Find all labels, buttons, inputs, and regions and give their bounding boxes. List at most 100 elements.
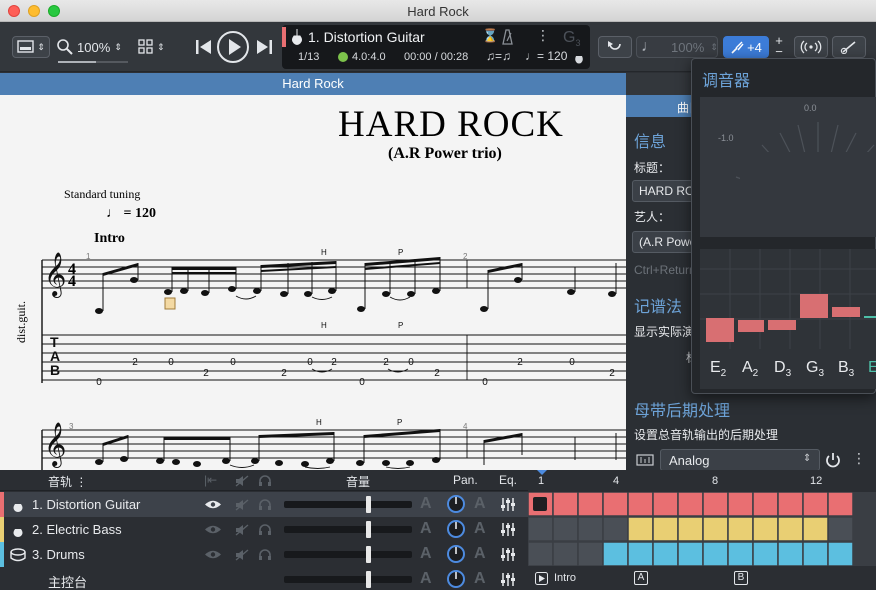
skip-forward-icon[interactable] bbox=[254, 38, 274, 56]
triplet-feel-icon[interactable]: ♫=♫ bbox=[486, 49, 511, 63]
track-name[interactable]: 1. Distortion Guitar bbox=[32, 497, 140, 512]
eq-sliders-icon[interactable] bbox=[500, 572, 516, 587]
chevron-updown-icon: ⇕ bbox=[803, 453, 812, 464]
drum-icon bbox=[10, 548, 26, 562]
score-view[interactable]: HARD ROCK (A.R Power trio) Standard tuni… bbox=[0, 95, 626, 470]
mute-icon[interactable] bbox=[235, 549, 249, 561]
tuner-gauge bbox=[735, 122, 876, 237]
chevron-updown-icon: ⇕ bbox=[114, 41, 122, 52]
more-options-icon[interactable]: ⋮ bbox=[852, 450, 866, 467]
auto-volume-icon[interactable]: A bbox=[420, 545, 432, 563]
track-color-strip bbox=[0, 517, 4, 542]
svg-text:2: 2 bbox=[609, 368, 615, 379]
volume-slider[interactable] bbox=[284, 571, 412, 588]
layout-button[interactable]: ⇕ bbox=[12, 36, 50, 58]
transpose-stepper[interactable]: + − bbox=[772, 34, 786, 59]
pull-off-mark: P bbox=[398, 248, 404, 257]
guitar-icon bbox=[840, 41, 856, 54]
string-label: E2 bbox=[710, 359, 727, 380]
view-mode-button[interactable]: ⇕ bbox=[138, 36, 170, 58]
svg-text:2: 2 bbox=[434, 368, 440, 379]
play-marker-icon[interactable] bbox=[535, 572, 548, 585]
mute-icon[interactable] bbox=[235, 499, 249, 511]
pan-knob[interactable] bbox=[446, 544, 466, 564]
headphones-icon[interactable] bbox=[258, 548, 272, 561]
speed-control[interactable]: ♩ 100% ⇕ bbox=[636, 36, 718, 58]
mute-icon[interactable] bbox=[235, 524, 249, 536]
title-label: 标题： bbox=[634, 161, 671, 175]
eq-sliders-icon[interactable] bbox=[500, 497, 516, 512]
headphones-icon[interactable] bbox=[258, 474, 272, 487]
track-row-master[interactable]: 主控台 A A bbox=[0, 567, 528, 590]
notation-option[interactable]: 显示实际演奏音高 bbox=[634, 323, 696, 340]
zoom-slider[interactable] bbox=[58, 61, 128, 63]
ruler-label: 1 bbox=[538, 475, 545, 487]
eye-icon[interactable] bbox=[204, 499, 222, 510]
info-heading: 信息 bbox=[634, 134, 667, 151]
svg-text:2: 2 bbox=[132, 357, 138, 368]
marker-lane[interactable]: Intro A B bbox=[528, 567, 876, 590]
window-title: Hard Rock bbox=[407, 4, 469, 19]
pull-off-mark: P bbox=[398, 321, 404, 330]
tuner-button[interactable] bbox=[794, 36, 828, 58]
power-icon[interactable] bbox=[824, 451, 842, 469]
auto-pan-icon[interactable]: A bbox=[474, 570, 486, 588]
play-icon[interactable] bbox=[216, 30, 250, 64]
preset-value: Analog bbox=[669, 453, 710, 468]
hammer-on-mark: H bbox=[316, 418, 322, 427]
pan-knob[interactable] bbox=[446, 494, 466, 514]
eye-icon[interactable] bbox=[204, 524, 222, 535]
headphones-icon[interactable] bbox=[258, 523, 272, 536]
track-name[interactable]: 2. Electric Bass bbox=[32, 522, 122, 537]
preset-select[interactable]: Analog ⇕ bbox=[660, 449, 820, 471]
shortcut-hint: Ctrl+Return bbox=[634, 263, 696, 277]
volume-slider[interactable] bbox=[284, 496, 412, 513]
eye-icon[interactable] bbox=[204, 549, 222, 560]
auto-pan-icon[interactable]: A bbox=[474, 495, 486, 513]
volume-header: 音量 bbox=[346, 475, 371, 489]
key-hint: G3 bbox=[563, 29, 581, 49]
tuner-popover: 调音器 0.0 -1.0 E2 A2 D3 G3 B3 E bbox=[691, 58, 876, 394]
guitar-settings-button[interactable] bbox=[832, 36, 866, 58]
mute-icon[interactable] bbox=[235, 475, 249, 487]
pan-knob[interactable] bbox=[446, 569, 466, 589]
pan-knob[interactable] bbox=[446, 519, 466, 539]
current-track-name[interactable]: 1. Distortion Guitar bbox=[308, 29, 425, 45]
auto-volume-icon[interactable]: A bbox=[420, 570, 432, 588]
tuner-title: 调音器 bbox=[702, 73, 751, 90]
auto-pan-icon[interactable]: A bbox=[474, 545, 486, 563]
marker-b[interactable]: B bbox=[734, 571, 748, 585]
cents-center: 0.0 bbox=[804, 103, 817, 113]
track-row-bass[interactable]: 2. Electric Bass A A bbox=[0, 517, 528, 542]
string-label: B3 bbox=[838, 359, 855, 380]
transpose-value: +4 bbox=[747, 39, 762, 55]
timeline-grid[interactable] bbox=[527, 491, 876, 567]
timeline-ruler[interactable]: 1 4 8 12 bbox=[528, 470, 876, 491]
skip-back-icon[interactable] bbox=[194, 38, 214, 56]
svg-text:2: 2 bbox=[203, 368, 209, 379]
marker-intro[interactable]: Intro bbox=[554, 572, 576, 584]
track-row-guitar[interactable]: 1. Distortion Guitar A A bbox=[0, 492, 528, 517]
marker-a[interactable]: A bbox=[634, 571, 648, 585]
metronome-icon[interactable] bbox=[500, 29, 514, 45]
eq-sliders-icon[interactable] bbox=[500, 522, 516, 537]
auto-volume-icon[interactable]: A bbox=[420, 495, 432, 513]
track-name[interactable]: 3. Drums bbox=[32, 547, 85, 562]
track-name[interactable]: 主控台 bbox=[48, 572, 87, 590]
track-row-drums[interactable]: 3. Drums A A bbox=[0, 542, 528, 567]
more-options-icon[interactable]: ⋮ bbox=[536, 27, 550, 44]
headphones-icon[interactable] bbox=[258, 498, 272, 511]
transpose-button[interactable]: +4 bbox=[723, 36, 769, 58]
eq-sliders-icon[interactable] bbox=[500, 547, 516, 562]
auto-volume-icon[interactable]: A bbox=[420, 520, 432, 538]
hourglass-icon[interactable]: ⌛ bbox=[482, 28, 498, 44]
bar-position: 1/13 bbox=[298, 51, 320, 63]
volume-slider[interactable] bbox=[284, 546, 412, 563]
loop-button[interactable] bbox=[598, 36, 632, 58]
zoom-control[interactable]: 100% ⇕ bbox=[56, 36, 134, 58]
master-heading: 母带后期处理 bbox=[634, 403, 731, 420]
auto-pan-icon[interactable]: A bbox=[474, 520, 486, 538]
track-align-icon[interactable]: |⇤ bbox=[204, 473, 217, 487]
bar-blocks[interactable] bbox=[527, 491, 876, 567]
volume-slider[interactable] bbox=[284, 521, 412, 538]
